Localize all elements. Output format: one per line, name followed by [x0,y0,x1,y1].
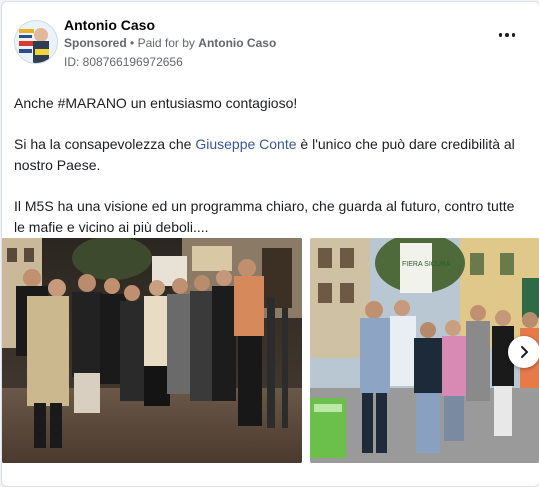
sponsored-line: Sponsored • Paid for by Antonio Caso [64,36,276,50]
carousel-photo-1[interactable] [2,238,302,463]
post-line-2: Si ha la consapevolezza che Giuseppe Con… [14,134,529,176]
giuseppe-conte-link[interactable]: Giuseppe Conte [195,136,296,152]
ad-card: Antonio Caso Sponsored • Paid for by Ant… [1,1,539,487]
dot-separator: • [130,36,138,50]
paid-by-name[interactable]: Antonio Caso [198,36,276,50]
more-options-icon[interactable] [497,28,517,42]
ad-id: ID: 808766196972656 [64,55,183,69]
chevron-right-icon [521,346,528,358]
post-line-3: Il M5S ha una visione ed un programma ch… [14,198,515,235]
photo-sign-text: FIERA SICURA [402,261,451,268]
page-avatar[interactable] [14,20,58,64]
page-name[interactable]: Antonio Caso [64,17,155,33]
post-line-2-start: Si ha la consapevolezza che [14,136,196,152]
carousel-photo-2[interactable]: FIERA SICURA [310,238,539,463]
paid-by-prefix: Paid for by [137,36,195,50]
post-line-1: Anche #MARANO un entusiasmo contagioso! [14,95,298,111]
sponsored-label: Sponsored [64,36,127,50]
carousel-next-button[interactable] [508,336,539,368]
post-text: Anche #MARANO un entusiasmo contagioso! … [14,93,529,258]
